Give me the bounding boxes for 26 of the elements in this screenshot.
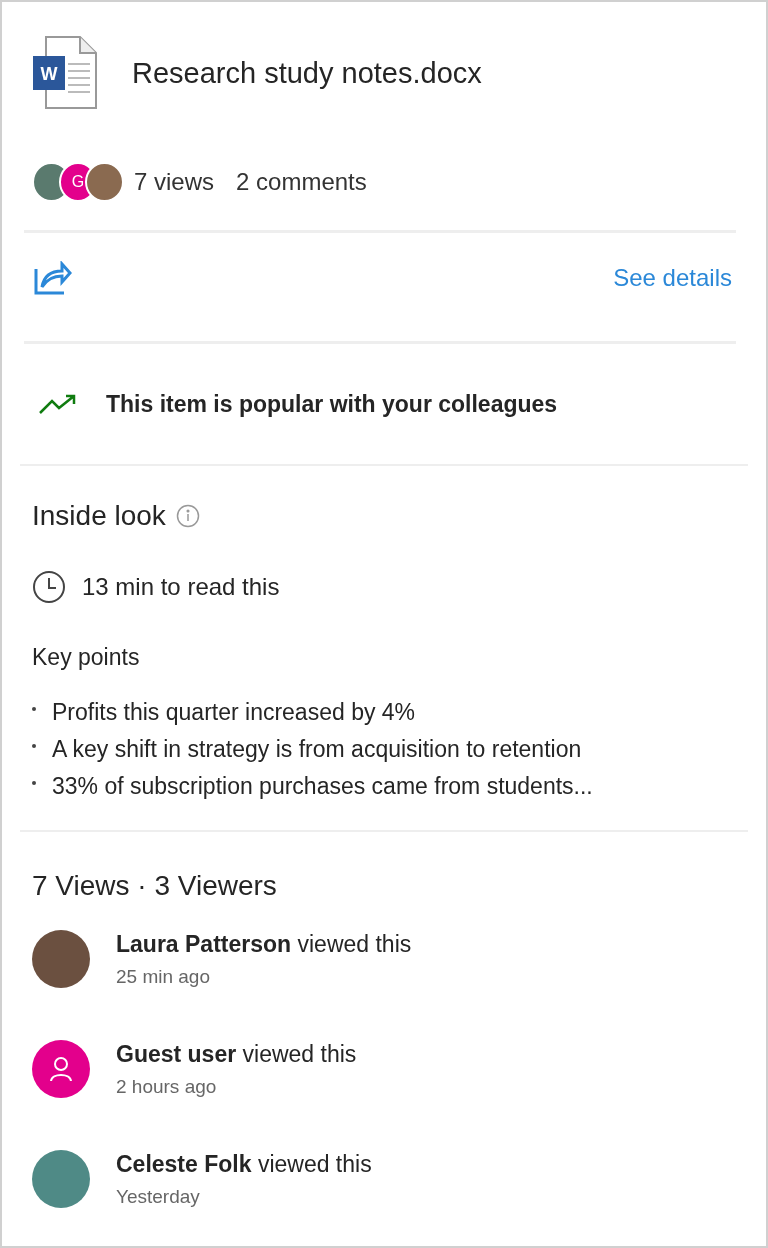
section-heading: Inside look bbox=[32, 500, 166, 532]
info-icon[interactable] bbox=[175, 504, 200, 528]
viewer-activity: Guest user viewed this bbox=[116, 1040, 357, 1068]
bullet-icon bbox=[32, 781, 36, 785]
key-point: 33% of subscription purchases came from students... bbox=[52, 773, 593, 800]
bullet-icon bbox=[32, 707, 36, 711]
key-point: Profits this quarter increased by 4% bbox=[52, 699, 416, 726]
trending-up-icon bbox=[38, 393, 78, 415]
read-time: 13 min to read this bbox=[82, 573, 280, 601]
comment-count: 2 comments bbox=[236, 168, 367, 196]
clock-icon bbox=[32, 570, 66, 604]
viewer-activity: Laura Patterson viewed this bbox=[116, 930, 412, 958]
viewer-activity: Celeste Folk viewed this bbox=[116, 1150, 372, 1178]
view-time: Yesterday bbox=[116, 1185, 201, 1208]
views-heading: 7 Views · 3 Viewers bbox=[32, 870, 277, 901]
view-time: 25 min ago bbox=[116, 965, 211, 988]
view-count: 7 views bbox=[134, 168, 215, 196]
key-points-label: Key points bbox=[32, 644, 141, 671]
see-details-link[interactable]: See details bbox=[613, 264, 732, 292]
file-name: Research study notes.docx bbox=[132, 56, 482, 90]
popular-message: This item is popular with your colleagues bbox=[106, 390, 558, 418]
bullet-icon bbox=[32, 744, 36, 748]
person-icon bbox=[49, 1056, 73, 1082]
view-time: 2 hours ago bbox=[116, 1075, 218, 1098]
key-point: A key shift in strategy is from acquisition to retention bbox=[52, 736, 582, 763]
share-icon[interactable] bbox=[34, 261, 72, 295]
